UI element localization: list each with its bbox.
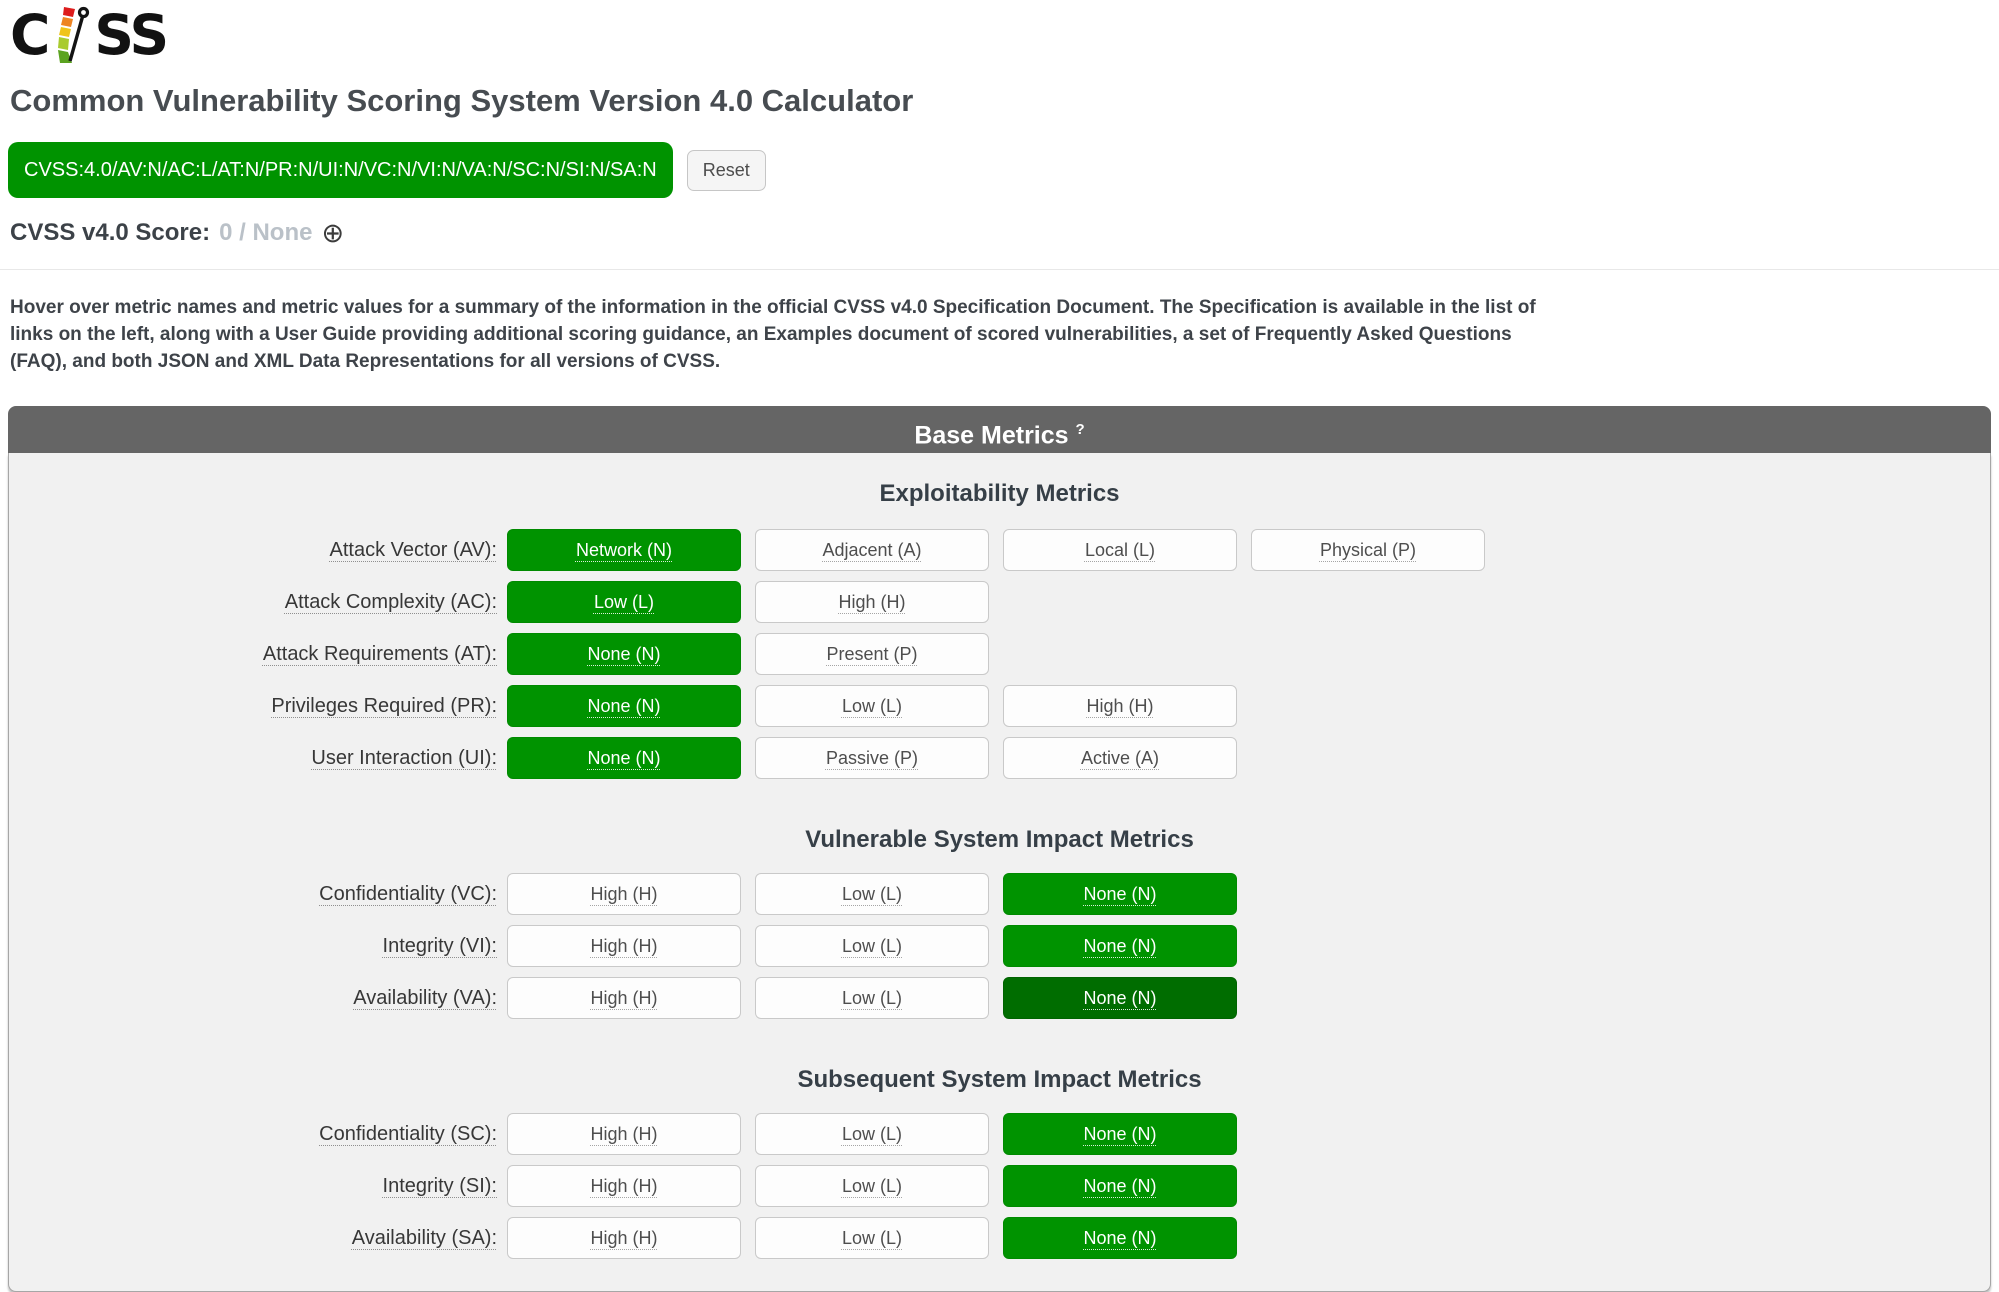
option-ac-high[interactable]: High (H) (755, 581, 989, 623)
section-title-subsequent-impact: Subsequent System Impact Metrics (9, 1029, 1990, 1094)
metric-label-si: Integrity (SI): (9, 1175, 497, 1198)
option-vc-low[interactable]: Low (L) (755, 873, 989, 915)
option-vc-high[interactable]: High (H) (507, 873, 741, 915)
vector-row: CVSS:4.0/AV:N/AC:L/AT:N/PR:N/UI:N/VC:N/V… (8, 142, 1999, 198)
option-sc-none[interactable]: None (N) (1003, 1113, 1237, 1155)
option-si-low[interactable]: Low (L) (755, 1165, 989, 1207)
cvss-vector-string-button[interactable]: CVSS:4.0/AV:N/AC:L/AT:N/PR:N/UI:N/VC:N/V… (8, 142, 673, 198)
cvss-logo-letters-ss: SS (94, 6, 167, 64)
metric-label-va: Availability (VA): (9, 987, 497, 1010)
section-title-vulnerable-impact: Vulnerable System Impact Metrics (9, 789, 1990, 854)
option-at-present[interactable]: Present (P) (755, 633, 989, 675)
reset-button[interactable]: Reset (687, 150, 766, 191)
option-sc-low[interactable]: Low (L) (755, 1113, 989, 1155)
option-ui-passive[interactable]: Passive (P) (755, 737, 989, 779)
option-vi-none[interactable]: None (N) (1003, 925, 1237, 967)
cvss-gauge-icon (49, 6, 93, 64)
base-metrics-title: Base Metrics (914, 421, 1068, 449)
option-vc-none[interactable]: None (N) (1003, 873, 1237, 915)
metric-row-confidentiality-sc: Confidentiality (SC): High (H) Low (L) N… (9, 1113, 1990, 1155)
metric-row-confidentiality-vc: Confidentiality (VC): High (H) Low (L) N… (9, 873, 1990, 915)
divider (0, 269, 1999, 270)
metric-label-sc: Confidentiality (SC): (9, 1123, 497, 1146)
metric-label-vi: Integrity (VI): (9, 935, 497, 958)
option-vi-high[interactable]: High (H) (507, 925, 741, 967)
option-pr-high[interactable]: High (H) (1003, 685, 1237, 727)
option-at-none[interactable]: None (N) (507, 633, 741, 675)
metric-label-ui: User Interaction (UI): (9, 747, 497, 770)
option-av-adjacent[interactable]: Adjacent (A) (755, 529, 989, 571)
option-av-local[interactable]: Local (L) (1003, 529, 1237, 571)
option-si-high[interactable]: High (H) (507, 1165, 741, 1207)
score-row: CVSS v4.0 Score: 0 / None ⊕ (10, 219, 1999, 247)
cvss-logo: C SS (10, 6, 1999, 66)
metric-row-integrity-vi: Integrity (VI): High (H) Low (L) None (N… (9, 925, 1990, 967)
option-sa-none[interactable]: None (N) (1003, 1217, 1237, 1259)
option-vi-low[interactable]: Low (L) (755, 925, 989, 967)
option-va-none[interactable]: None (N) (1003, 977, 1237, 1019)
metric-row-attack-requirements: Attack Requirements (AT): None (N) Prese… (9, 633, 1990, 675)
page-title: Common Vulnerability Scoring System Vers… (10, 82, 1999, 120)
option-pr-none[interactable]: None (N) (507, 685, 741, 727)
section-title-exploitability: Exploitability Metrics (9, 453, 1990, 508)
metric-label-vc: Confidentiality (VC): (9, 883, 497, 906)
option-ac-low[interactable]: Low (L) (507, 581, 741, 623)
metric-label-sa: Availability (SA): (9, 1227, 497, 1250)
option-ui-active[interactable]: Active (A) (1003, 737, 1237, 779)
metric-row-attack-vector: Attack Vector (AV): Network (N) Adjacent… (9, 529, 1990, 571)
option-sa-high[interactable]: High (H) (507, 1217, 741, 1259)
circle-plus-icon[interactable]: ⊕ (321, 221, 344, 245)
option-ui-none[interactable]: None (N) (507, 737, 741, 779)
score-label: CVSS v4.0 Score: (10, 219, 210, 247)
score-value: 0 / None (219, 219, 312, 247)
option-si-none[interactable]: None (N) (1003, 1165, 1237, 1207)
option-va-high[interactable]: High (H) (507, 977, 741, 1019)
metric-label-av: Attack Vector (AV): (9, 539, 497, 562)
metric-label-ac: Attack Complexity (AC): (9, 591, 497, 614)
metric-label-at: Attack Requirements (AT): (9, 643, 497, 666)
cvss-logo-letter-c: C (10, 6, 48, 64)
metric-row-privileges-required: Privileges Required (PR): None (N) Low (… (9, 685, 1990, 727)
metric-row-integrity-si: Integrity (SI): High (H) Low (L) None (N… (9, 1165, 1990, 1207)
option-pr-low[interactable]: Low (L) (755, 685, 989, 727)
option-sc-high[interactable]: High (H) (507, 1113, 741, 1155)
option-av-network[interactable]: Network (N) (507, 529, 741, 571)
help-icon[interactable]: ? (1076, 421, 1085, 438)
option-va-low[interactable]: Low (L) (755, 977, 989, 1019)
metric-row-attack-complexity: Attack Complexity (AC): Low (L) High (H) (9, 581, 1990, 623)
base-metrics-panel: Exploitability Metrics Attack Vector (AV… (8, 453, 1991, 1292)
metric-row-availability-va: Availability (VA): High (H) Low (L) None… (9, 977, 1990, 1019)
option-sa-low[interactable]: Low (L) (755, 1217, 989, 1259)
option-av-physical[interactable]: Physical (P) (1251, 529, 1485, 571)
metric-row-availability-sa: Availability (SA): High (H) Low (L) None… (9, 1217, 1990, 1259)
metric-row-user-interaction: User Interaction (UI): None (N) Passive … (9, 737, 1990, 779)
base-metrics-header: Base Metrics ? (8, 406, 1991, 453)
metric-label-pr: Privileges Required (PR): (9, 695, 497, 718)
intro-paragraph: Hover over metric names and metric value… (10, 294, 1542, 375)
